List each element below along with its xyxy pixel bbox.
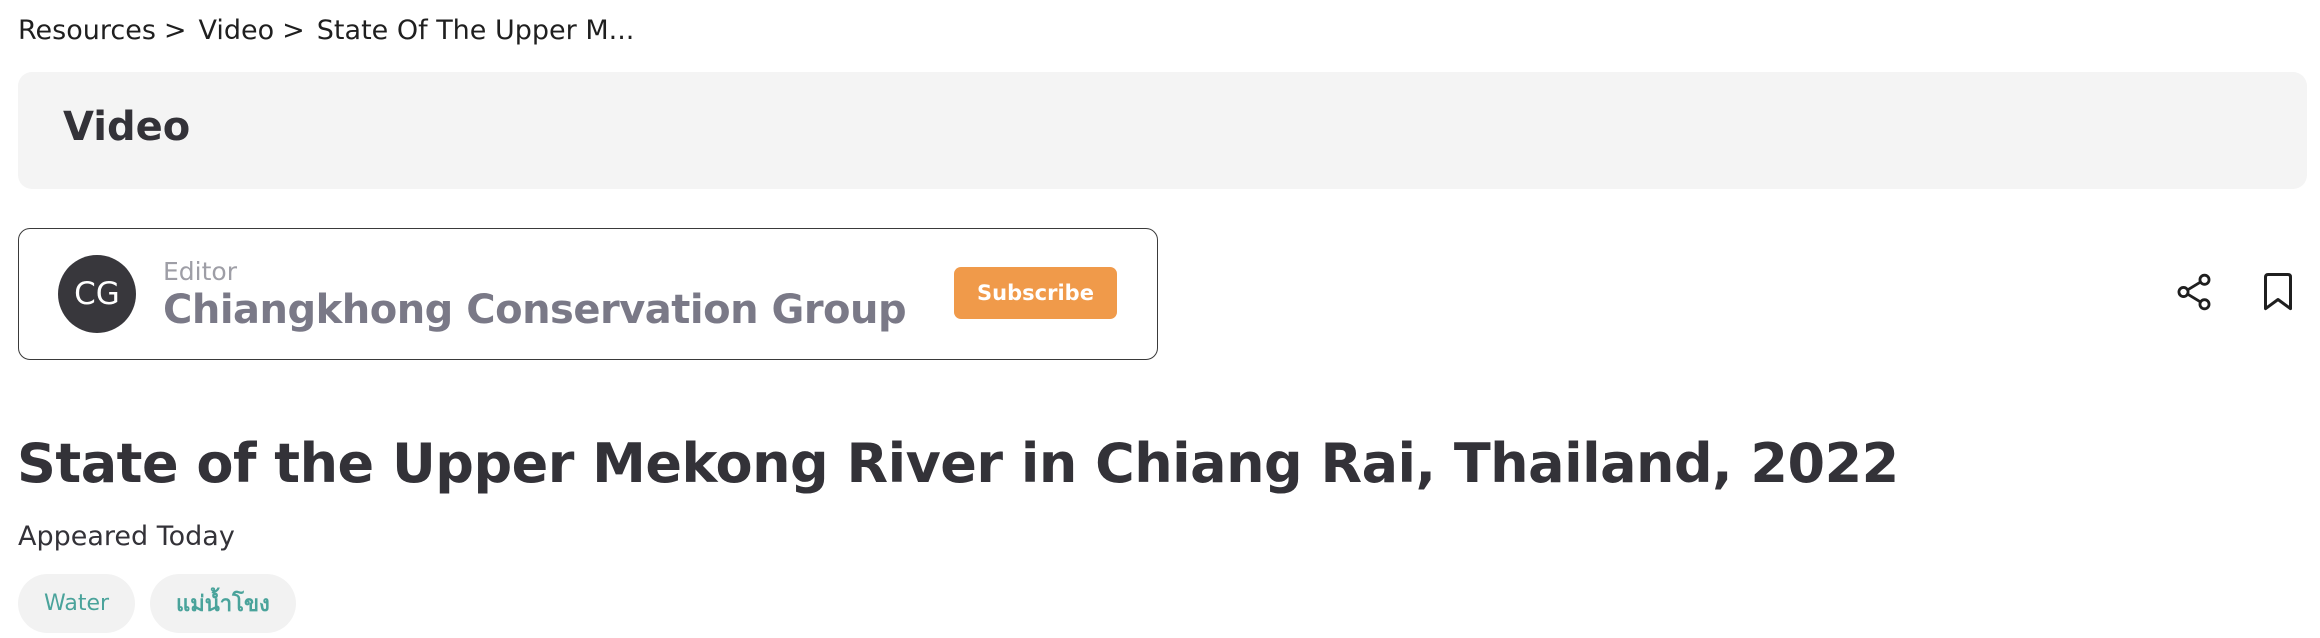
page: Resources > Video > State Of The Upper M… [0,0,2320,638]
editor-card: CG Editor Chiangkhong Conservation Group… [18,228,1158,360]
subscribe-button[interactable]: Subscribe [954,267,1117,319]
breadcrumb-separator: > [282,14,305,46]
bookmark-icon[interactable] [2254,268,2302,316]
breadcrumb-resources[interactable]: Resources [18,15,156,46]
share-icon[interactable] [2170,268,2218,316]
breadcrumb-current: State Of The Upper M... [316,14,635,46]
breadcrumb-separator: > [163,14,187,46]
article-title: State of the Upper Mekong River in Chian… [17,432,1899,495]
tag-list: Water แม่น้ำโขง [18,574,296,633]
editor-name[interactable]: Chiangkhong Conservation Group [163,287,907,333]
section-header: Video [18,72,2307,189]
section-title: Video [63,104,191,150]
breadcrumb: Resources > Video > State Of The Upper M… [18,12,634,48]
tag-mekong[interactable]: แม่น้ำโขง [150,574,296,633]
breadcrumb-video[interactable]: Video [199,15,275,46]
tag-water[interactable]: Water [18,574,136,633]
avatar[interactable]: CG [58,255,136,333]
editor-role-label: Editor [163,257,237,286]
appeared-date: Appeared Today [18,521,235,552]
